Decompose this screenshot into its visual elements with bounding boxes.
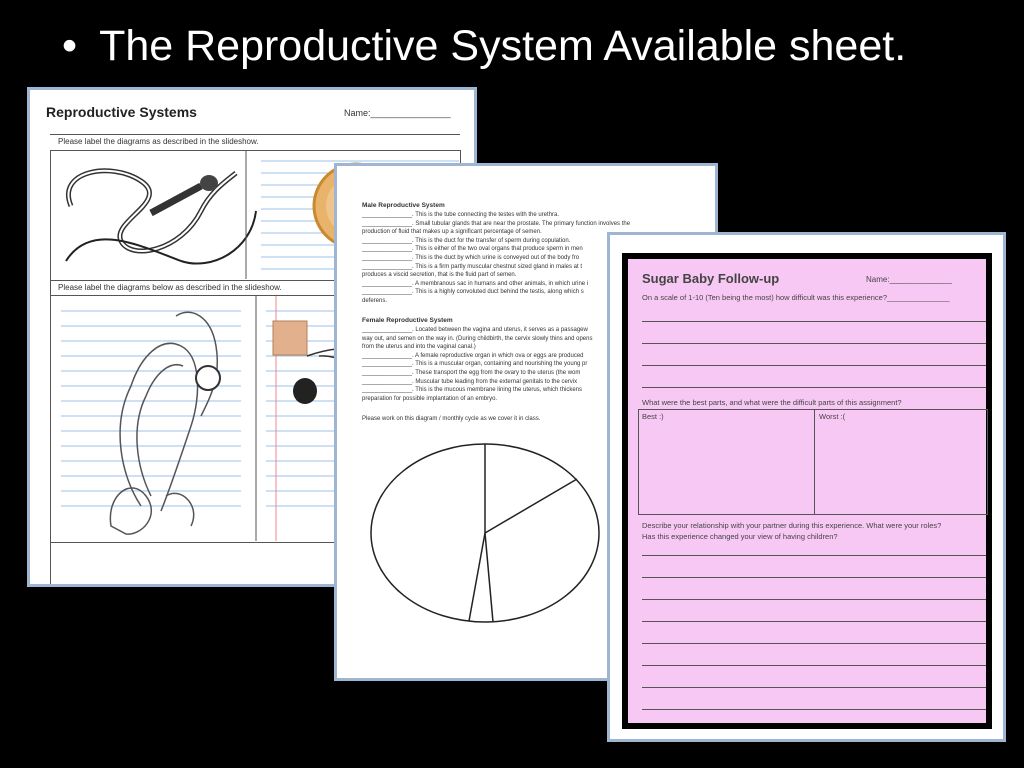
- definition-line: from the uterus and into the vaginal can…: [362, 344, 476, 351]
- male-definitions: _______________. This is the tube connec…: [362, 211, 630, 306]
- male-heading: Male Reproductive System: [362, 202, 445, 209]
- answer-line: [642, 687, 986, 688]
- definition-line: _______________. This is the duct by whi…: [362, 254, 580, 261]
- definition-line: produces a viscid secretion, that is the…: [362, 272, 517, 279]
- bullet: •: [62, 22, 78, 70]
- answer-line: [642, 643, 986, 644]
- answer-line: [642, 343, 986, 344]
- definition-line: way out, and semen on the way in. (Durin…: [362, 335, 593, 342]
- best-label: Best :): [642, 412, 664, 421]
- answer-line: [642, 321, 986, 322]
- question-relationship: Describe your relationship with your par…: [642, 521, 942, 530]
- definition-line: _______________. This is the duct for th…: [362, 237, 571, 244]
- definition-line: _______________. This is a firm partly m…: [362, 263, 583, 270]
- female-heading: Female Reproductive System: [362, 317, 453, 324]
- definition-line: _______________. This is the tube connec…: [362, 212, 560, 218]
- definition-line: _______________. This is the mucous memb…: [362, 387, 583, 394]
- definition-line: deferens.: [362, 297, 388, 304]
- definition-line: _______________. Small tubular glands th…: [362, 220, 631, 227]
- worksheet-title: Sugar Baby Follow-up: [642, 271, 780, 286]
- definition-line: _______________. A membranous sac in hum…: [362, 280, 589, 287]
- female-definitions: _______________. Located between the vag…: [362, 326, 592, 403]
- definition-line: _______________. This is either of the t…: [362, 246, 583, 253]
- definition-line: _______________. These transport the egg…: [362, 369, 581, 376]
- question-difficulty: On a scale of 1-10 (Ten being the most) …: [642, 293, 950, 302]
- definition-line: preparation for possible implantation of…: [362, 395, 498, 402]
- definition-line: production of fluid that makes up a sign…: [362, 229, 542, 236]
- definition-line: _______________. Muscular tube leading f…: [362, 378, 578, 385]
- slide-title-text: The Reproductive System Available sheet.: [99, 22, 907, 70]
- worksheet-title: Reproductive Systems: [46, 104, 197, 120]
- answer-line: [642, 709, 986, 710]
- answer-line: [642, 577, 986, 578]
- question-best-worst: What were the best parts, and what were …: [642, 398, 902, 407]
- answer-line: [642, 621, 986, 622]
- name-field: Name:________________: [344, 108, 451, 118]
- definition-line: _______________. A female reproductive o…: [362, 352, 584, 359]
- definition-line: _______________. Located between the vag…: [362, 327, 588, 333]
- definition-line: _______________. This is a muscular orga…: [362, 361, 588, 368]
- divider: [50, 134, 460, 135]
- table-divider: [814, 410, 815, 514]
- best-worst-table: Best :) Worst :(: [638, 409, 988, 515]
- slide-title: • The Reproductive System Available sheet…: [62, 22, 906, 71]
- answer-line: [642, 599, 986, 600]
- monthly-cycle-circle: [370, 443, 600, 623]
- worksheet-body: Sugar Baby Follow-up Name:______________…: [622, 253, 992, 729]
- question-children: Has this experience changed your view of…: [642, 532, 838, 541]
- worst-label: Worst :(: [819, 412, 846, 421]
- instruction-bottom: Please label the diagrams below as descr…: [58, 283, 282, 292]
- definition-line: _______________. This is a highly convol…: [362, 289, 584, 296]
- sugar-baby-followup-worksheet: Sugar Baby Follow-up Name:______________…: [607, 232, 1006, 742]
- diagram-instruction: Please work on this diagram / monthly cy…: [362, 416, 541, 422]
- answer-line: [642, 365, 986, 366]
- answer-line: [642, 555, 986, 556]
- answer-line: [642, 387, 986, 388]
- name-field: Name:______________: [866, 275, 952, 284]
- instruction-top: Please label the diagrams as described i…: [58, 137, 259, 146]
- answer-line: [642, 665, 986, 666]
